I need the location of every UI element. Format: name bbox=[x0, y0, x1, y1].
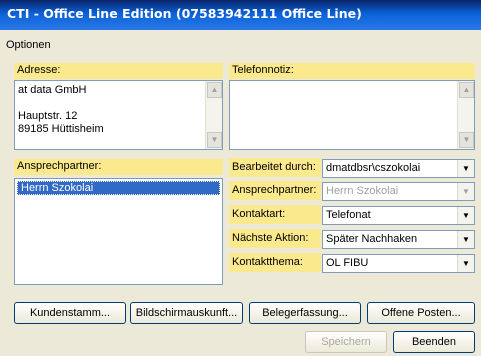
telefonnotiz-textarea[interactable]: ▲ ▼ bbox=[229, 80, 475, 150]
scroll-up-icon[interactable]: ▲ bbox=[459, 82, 474, 98]
bearbeitet-value: dmatdbsr\cszokolai bbox=[326, 162, 421, 174]
chevron-down-icon[interactable]: ▼ bbox=[457, 231, 474, 248]
belegerfassung-button[interactable]: Belegerfassung... bbox=[249, 302, 361, 324]
address-text: at data GmbH Hauptstr. 12 89185 Hüttishe… bbox=[18, 84, 104, 135]
address-scrollbar[interactable]: ▲ ▼ bbox=[205, 81, 222, 149]
kontaktthema-combo[interactable]: OL FIBU ▼ bbox=[322, 254, 475, 273]
kontaktart-label: Kontaktart: bbox=[229, 205, 321, 224]
naechste-aktion-label: Nächste Aktion: bbox=[229, 229, 321, 248]
menu-bar: Optionen bbox=[0, 38, 481, 56]
title-bar[interactable]: CTI - Office Line Edition (07583942111 O… bbox=[0, 0, 481, 30]
beenden-button[interactable]: Beenden bbox=[393, 331, 475, 353]
bearbeitet-combo[interactable]: dmatdbsr\cszokolai ▼ bbox=[322, 159, 475, 178]
chevron-down-icon[interactable]: ▼ bbox=[457, 255, 474, 272]
scroll-down-icon[interactable]: ▼ bbox=[207, 132, 222, 148]
offene-posten-button[interactable]: Offene Posten... bbox=[367, 302, 475, 324]
scroll-up-icon[interactable]: ▲ bbox=[207, 82, 222, 98]
telefonnotiz-scrollbar[interactable]: ▲ ▼ bbox=[457, 81, 474, 149]
list-item[interactable]: Herrn Szokolai bbox=[17, 181, 220, 195]
kundenstamm-button[interactable]: Kundenstamm... bbox=[14, 302, 126, 324]
menu-optionen[interactable]: Optionen bbox=[6, 39, 51, 51]
chevron-down-icon[interactable]: ▼ bbox=[457, 160, 474, 177]
address-textarea[interactable]: at data GmbH Hauptstr. 12 89185 Hüttishe… bbox=[14, 80, 223, 150]
telefonnotiz-label: Telefonnotiz: bbox=[229, 63, 475, 79]
speichern-button[interactable]: Speichern bbox=[305, 331, 387, 353]
ansprechpartner-label: Ansprechpartner: bbox=[229, 181, 321, 200]
ansprechpartner-combo[interactable]: Herrn Szokolai ▼ bbox=[322, 182, 475, 201]
bildschirmauskunft-button[interactable]: Bildschirmauskunft... bbox=[130, 302, 243, 324]
cti-window: CTI - Office Line Edition (07583942111 O… bbox=[0, 0, 481, 356]
kontaktart-combo[interactable]: Telefonat ▼ bbox=[322, 206, 475, 225]
window-title: CTI - Office Line Edition (07583942111 O… bbox=[7, 6, 362, 21]
contacts-listbox[interactable]: Herrn Szokolai bbox=[14, 178, 223, 285]
chevron-down-icon[interactable]: ▼ bbox=[457, 207, 474, 224]
address-label: Adresse: bbox=[14, 63, 223, 79]
naechste-aktion-combo[interactable]: Später Nachhaken ▼ bbox=[322, 230, 475, 249]
naechste-aktion-value: Später Nachhaken bbox=[326, 233, 418, 245]
scroll-down-icon[interactable]: ▼ bbox=[459, 132, 474, 148]
bearbeitet-label: Bearbeitet durch: bbox=[229, 158, 321, 177]
kontaktthema-label: Kontaktthema: bbox=[229, 253, 321, 272]
kontaktart-value: Telefonat bbox=[326, 209, 371, 221]
kontaktthema-value: OL FIBU bbox=[326, 257, 369, 269]
chevron-down-icon[interactable]: ▼ bbox=[457, 183, 474, 200]
ansprechpartner-value: Herrn Szokolai bbox=[326, 185, 399, 197]
contacts-label: Ansprechpartner: bbox=[14, 159, 223, 175]
